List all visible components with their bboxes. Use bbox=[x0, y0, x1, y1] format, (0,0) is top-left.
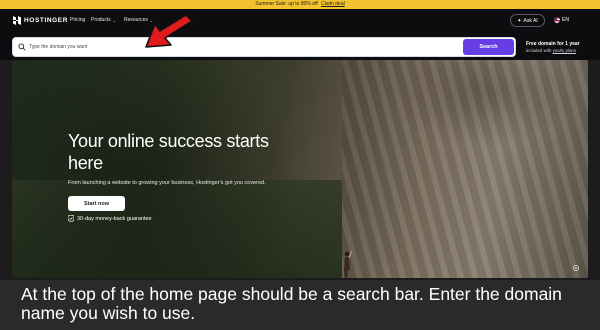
caption-text: At the top of the home page should be a … bbox=[21, 284, 562, 323]
red-arrow-icon bbox=[145, 14, 193, 48]
